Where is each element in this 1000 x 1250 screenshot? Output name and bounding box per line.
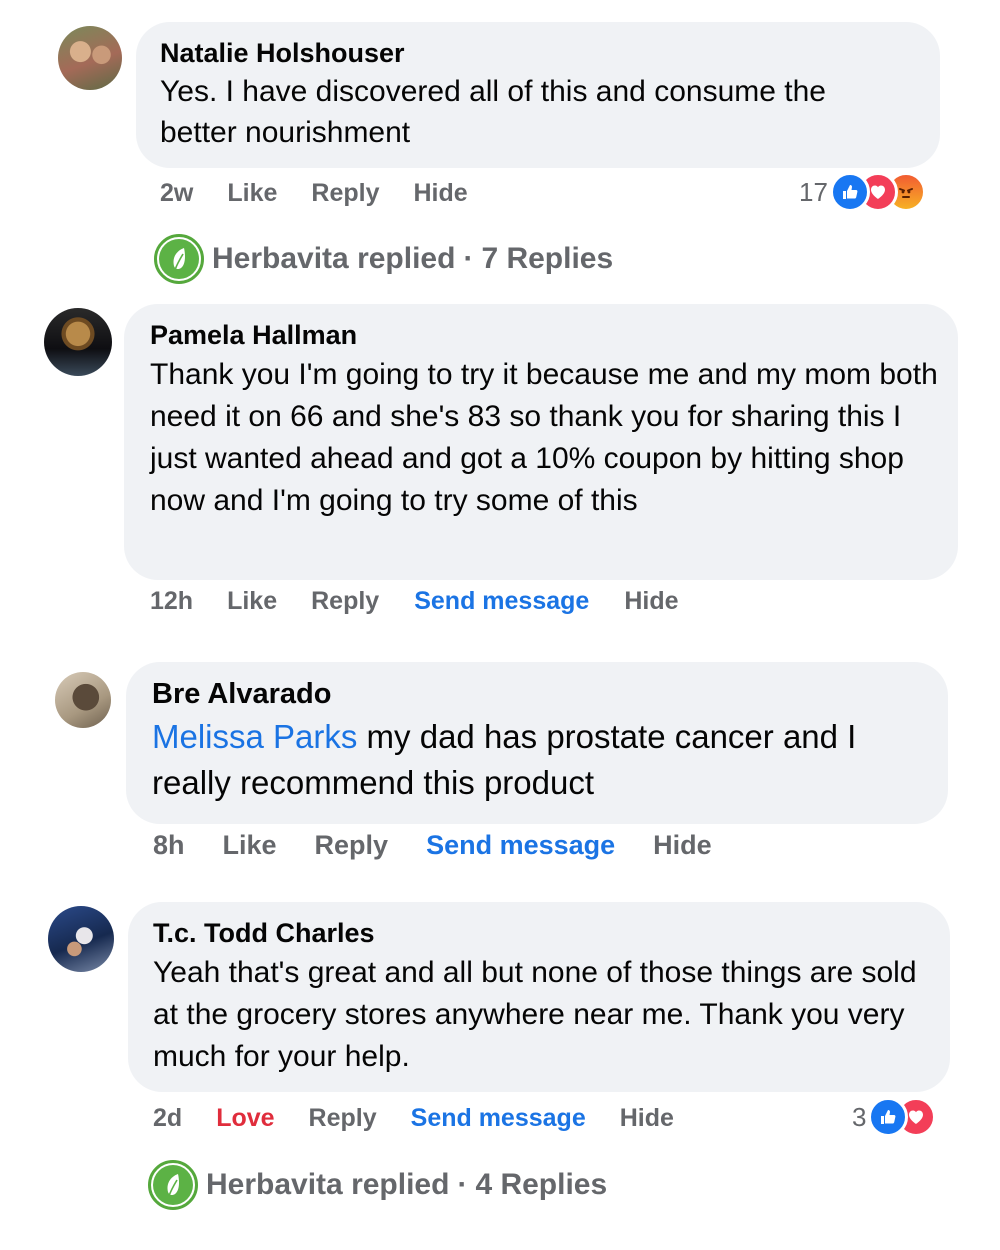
reaction-summary[interactable]: 3 xyxy=(852,1097,937,1137)
avatar-tc-todd-charles[interactable] xyxy=(48,906,114,972)
avatar-natalie-holshouser[interactable] xyxy=(58,26,122,90)
timestamp[interactable]: 2w xyxy=(160,179,193,208)
avatar-pamela-hallman[interactable] xyxy=(44,308,112,376)
love-button[interactable]: Love xyxy=(216,1104,274,1133)
comment-bubble: Pamela Hallman Thank you I'm going to tr… xyxy=(124,304,958,580)
like-icon xyxy=(829,172,870,212)
reaction-count: 17 xyxy=(799,176,828,207)
comment-author[interactable]: Pamela Hallman xyxy=(150,320,932,351)
comment-author[interactable]: Natalie Holshouser xyxy=(160,38,916,69)
comment-actions: 2w Like Reply Hide xyxy=(160,176,468,210)
reply-button[interactable]: Reply xyxy=(309,1104,377,1133)
timestamp[interactable]: 8h xyxy=(153,830,185,861)
hide-button[interactable]: Hide xyxy=(653,830,712,861)
comment-actions: 8h Like Reply Send message Hide xyxy=(153,827,712,863)
avatar-bre-alvarado[interactable] xyxy=(55,672,111,728)
separator-dot: · xyxy=(457,1168,468,1201)
send-message-button[interactable]: Send message xyxy=(414,587,589,616)
comment-text: Yeah that's great and all but none of th… xyxy=(153,956,917,1073)
timestamp[interactable]: 2d xyxy=(153,1104,182,1133)
comment-author[interactable]: Bre Alvarado xyxy=(152,678,922,711)
separator-dot: · xyxy=(463,242,474,275)
like-button[interactable]: Like xyxy=(227,179,277,208)
comment-text: Yes. I have discovered all of this and c… xyxy=(160,75,826,149)
comment-text: Thank you I'm going to try it because me… xyxy=(150,358,938,517)
view-replies-link[interactable]: Herbavita replied · 7 Replies xyxy=(154,234,613,284)
hide-button[interactable]: Hide xyxy=(413,179,467,208)
herbavita-logo-icon xyxy=(148,1160,198,1210)
reply-button[interactable]: Reply xyxy=(311,179,379,208)
replied-by[interactable]: Herbavita replied xyxy=(206,1168,449,1202)
comment-text: Melissa Parks my dad has prostate cancer… xyxy=(152,714,932,806)
comment-actions: 12h Like Reply Send message Hide xyxy=(150,584,679,618)
replies-count[interactable]: 4 Replies xyxy=(475,1168,607,1202)
reply-button[interactable]: Reply xyxy=(311,587,379,616)
replied-by[interactable]: Herbavita replied xyxy=(212,242,455,276)
hide-button[interactable]: Hide xyxy=(624,587,678,616)
herbavita-logo-icon xyxy=(154,234,204,284)
reaction-count: 3 xyxy=(852,1101,867,1132)
comment-author[interactable]: T.c. Todd Charles xyxy=(153,918,925,949)
comment-bubble: T.c. Todd Charles Yeah that's great and … xyxy=(128,902,950,1092)
comment-actions: 2d Love Reply Send message Hide xyxy=(153,1101,674,1135)
comment-bubble: Bre Alvarado Melissa Parks my dad has pr… xyxy=(126,662,948,824)
timestamp[interactable]: 12h xyxy=(150,587,193,616)
reaction-summary[interactable]: 17 xyxy=(799,172,926,212)
like-button[interactable]: Like xyxy=(227,587,277,616)
comment-bubble: Natalie Holshouser Yes. I have discovere… xyxy=(136,22,940,168)
like-button[interactable]: Like xyxy=(223,830,277,861)
reply-button[interactable]: Reply xyxy=(315,830,389,861)
mentioned-user-link[interactable]: Melissa Parks xyxy=(152,718,357,755)
send-message-button[interactable]: Send message xyxy=(411,1104,586,1133)
hide-button[interactable]: Hide xyxy=(620,1104,674,1133)
send-message-button[interactable]: Send message xyxy=(426,830,615,861)
view-replies-link[interactable]: Herbavita replied · 4 Replies xyxy=(148,1160,607,1210)
replies-count[interactable]: 7 Replies xyxy=(481,242,613,276)
